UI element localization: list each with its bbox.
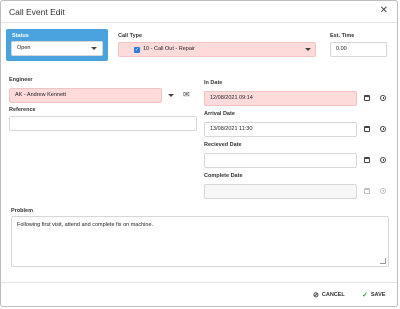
resize-handle-icon[interactable]	[380, 258, 386, 264]
complete-date-label: Complete Date	[204, 173, 243, 179]
chevron-down-icon	[305, 48, 311, 51]
clock-icon[interactable]	[380, 126, 386, 132]
footer-divider	[1, 282, 397, 283]
clock-icon[interactable]	[380, 157, 386, 163]
engineer-select[interactable]: AK - Andrew Kennett	[9, 88, 162, 103]
chevron-down-icon	[91, 47, 97, 50]
problem-textarea[interactable]: Following first visit, attend and comple…	[11, 216, 389, 267]
est-time-input[interactable]: 0.00	[330, 42, 387, 57]
calendar-icon[interactable]	[364, 126, 370, 132]
reference-input[interactable]	[9, 116, 197, 131]
call-type-value: 10 - Call Out - Repair	[143, 46, 195, 52]
problem-value: Following first visit, attend and comple…	[17, 222, 154, 228]
complete-date-input	[204, 184, 357, 199]
reference-label: Reference	[9, 107, 36, 113]
arrival-date-input[interactable]: 13/08/2021 11:30	[204, 122, 357, 137]
in-date-label: In Date	[204, 80, 223, 86]
arrival-date-label: Arrival Date	[204, 111, 235, 117]
status-select[interactable]: Open	[11, 41, 103, 56]
close-icon[interactable]: ✕	[380, 5, 388, 16]
call-event-edit-dialog: Call Event Edit ✕ Status Open Call Type …	[0, 0, 398, 307]
calendar-icon[interactable]	[364, 95, 370, 101]
envelope-icon[interactable]: ✉	[183, 90, 190, 99]
call-type-label: Call Type	[118, 33, 143, 39]
problem-label: Problem	[11, 208, 34, 214]
in-date-value: 12/08/2021 09:14	[210, 95, 253, 101]
calendar-icon[interactable]	[364, 157, 370, 163]
received-date-input[interactable]	[204, 153, 357, 168]
cancel-label: CANCEL	[321, 292, 345, 298]
check-icon: ✓	[362, 292, 368, 299]
header-divider	[1, 22, 397, 23]
save-button[interactable]: ✓ SAVE	[362, 291, 385, 299]
status-panel: Status Open	[6, 29, 108, 61]
cancel-button[interactable]: ⊘ CANCEL	[313, 291, 345, 299]
engineer-label: Engineer	[9, 77, 33, 83]
received-date-label: Recieved Date	[204, 142, 242, 148]
est-time-label: Est. Time	[330, 33, 355, 39]
in-date-input[interactable]: 12/08/2021 09:14	[204, 91, 357, 106]
save-label: SAVE	[370, 292, 386, 298]
clock-icon	[380, 188, 386, 194]
arrival-date-value: 13/08/2021 11:30	[210, 126, 253, 132]
est-time-value: 0.00	[336, 46, 347, 52]
status-label: Status	[12, 33, 29, 39]
engineer-dropdown-icon[interactable]	[168, 94, 174, 97]
checkbox-icon: ✓	[134, 47, 140, 53]
cancel-icon: ⊘	[313, 292, 319, 299]
engineer-value: AK - Andrew Kennett	[15, 92, 67, 98]
dialog-title: Call Event Edit	[9, 7, 65, 17]
call-type-select[interactable]: ✓ 10 - Call Out - Repair	[118, 42, 316, 57]
clock-icon[interactable]	[380, 95, 386, 101]
calendar-icon	[364, 188, 370, 194]
status-value: Open	[17, 45, 31, 51]
